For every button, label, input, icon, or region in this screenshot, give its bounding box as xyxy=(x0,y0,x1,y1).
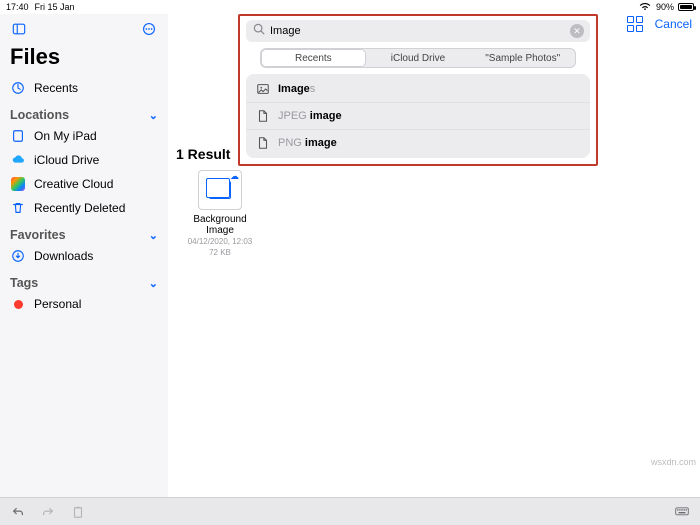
doc-icon xyxy=(256,136,270,150)
sidebar-item-recents[interactable]: Recents xyxy=(8,76,160,100)
search-input[interactable] xyxy=(270,25,566,37)
chevron-down-icon: ⌄ xyxy=(149,229,158,242)
tag-dot-icon xyxy=(10,300,26,309)
clear-search-icon[interactable]: ✕ xyxy=(570,24,584,38)
cloud-download-icon: ☁︎ xyxy=(230,171,239,182)
file-size: 72 KB xyxy=(180,249,260,258)
sidebar-item-label: On My iPad xyxy=(34,129,97,143)
file-date: 04/12/2020, 12:03 xyxy=(180,238,260,247)
scope-icloud-drive[interactable]: iCloud Drive xyxy=(366,49,471,67)
keyboard-icon[interactable] xyxy=(674,504,690,520)
sidebar-item-label: iCloud Drive xyxy=(34,153,99,167)
redo-icon[interactable] xyxy=(40,504,56,520)
suggestion-png-image[interactable]: PNG image xyxy=(246,129,590,156)
chevron-down-icon: ⌄ xyxy=(149,277,158,290)
undo-icon[interactable] xyxy=(10,504,26,520)
sidebar-item-icloud-drive[interactable]: iCloud Drive xyxy=(8,148,160,172)
status-bar: 17:40 Fri 15 Jan 90% xyxy=(0,0,700,14)
app-title: Files xyxy=(8,42,160,76)
search-overlay: ✕ Recents iCloud Drive "Sample Photos" I… xyxy=(238,14,598,166)
wifi-icon xyxy=(638,0,652,15)
more-icon[interactable] xyxy=(138,18,160,40)
status-time: 17:40 xyxy=(6,2,29,12)
search-bar[interactable]: ✕ xyxy=(246,20,590,42)
search-suggestions: Images JPEG image PNG image xyxy=(246,74,590,158)
cancel-button[interactable]: Cancel xyxy=(655,17,692,31)
sidebar-item-recently-deleted[interactable]: Recently Deleted xyxy=(8,196,160,220)
sidebar-toggle-icon[interactable] xyxy=(8,18,30,40)
cloud-icon xyxy=(10,153,26,167)
sidebar-item-tag-personal[interactable]: Personal xyxy=(8,292,160,316)
sidebar-item-downloads[interactable]: Downloads xyxy=(8,244,160,268)
photo-icon xyxy=(256,82,270,96)
watermark: wsxdn.com xyxy=(651,457,696,467)
scope-sample-photos[interactable]: "Sample Photos" xyxy=(470,49,575,67)
sidebar: Files Recents Locations ⌄ On My iPad iCl… xyxy=(0,14,168,497)
suggestion-jpeg-image[interactable]: JPEG image xyxy=(246,102,590,129)
section-favorites[interactable]: Favorites ⌄ xyxy=(8,220,160,244)
sidebar-item-on-my-ipad[interactable]: On My iPad xyxy=(8,124,160,148)
suggestion-images[interactable]: Images xyxy=(246,76,590,102)
search-icon xyxy=(252,22,266,41)
file-item[interactable]: ☁︎ Background Image 04/12/2020, 12:03 72… xyxy=(180,170,260,258)
search-scope-segmented[interactable]: Recents iCloud Drive "Sample Photos" xyxy=(260,48,576,68)
scope-recents[interactable]: Recents xyxy=(261,49,366,67)
creative-cloud-icon xyxy=(10,177,26,191)
main-content: Cancel ✕ Recents iCloud Drive "Sample Ph… xyxy=(168,14,700,497)
sidebar-item-label: Recently Deleted xyxy=(34,201,125,215)
battery-pct: 90% xyxy=(656,2,674,12)
bottom-toolbar xyxy=(0,497,700,525)
file-name: Background Image xyxy=(180,214,260,236)
file-thumbnail: ☁︎ xyxy=(198,170,242,210)
trash-icon xyxy=(10,201,26,215)
view-grid-icon[interactable] xyxy=(627,16,643,32)
sidebar-item-label: Recents xyxy=(34,81,78,95)
doc-icon xyxy=(256,109,270,123)
download-icon xyxy=(10,249,26,263)
sidebar-item-label: Downloads xyxy=(34,249,93,263)
ipad-icon xyxy=(10,129,26,143)
battery-icon xyxy=(678,3,694,11)
chevron-down-icon: ⌄ xyxy=(149,109,158,122)
sidebar-item-label: Creative Cloud xyxy=(34,177,113,191)
clock-icon xyxy=(10,81,26,95)
sidebar-item-label: Personal xyxy=(34,297,81,311)
status-date: Fri 15 Jan xyxy=(35,2,75,12)
section-locations[interactable]: Locations ⌄ xyxy=(8,100,160,124)
sidebar-item-creative-cloud[interactable]: Creative Cloud xyxy=(8,172,160,196)
section-tags[interactable]: Tags ⌄ xyxy=(8,268,160,292)
clipboard-icon[interactable] xyxy=(70,504,86,520)
